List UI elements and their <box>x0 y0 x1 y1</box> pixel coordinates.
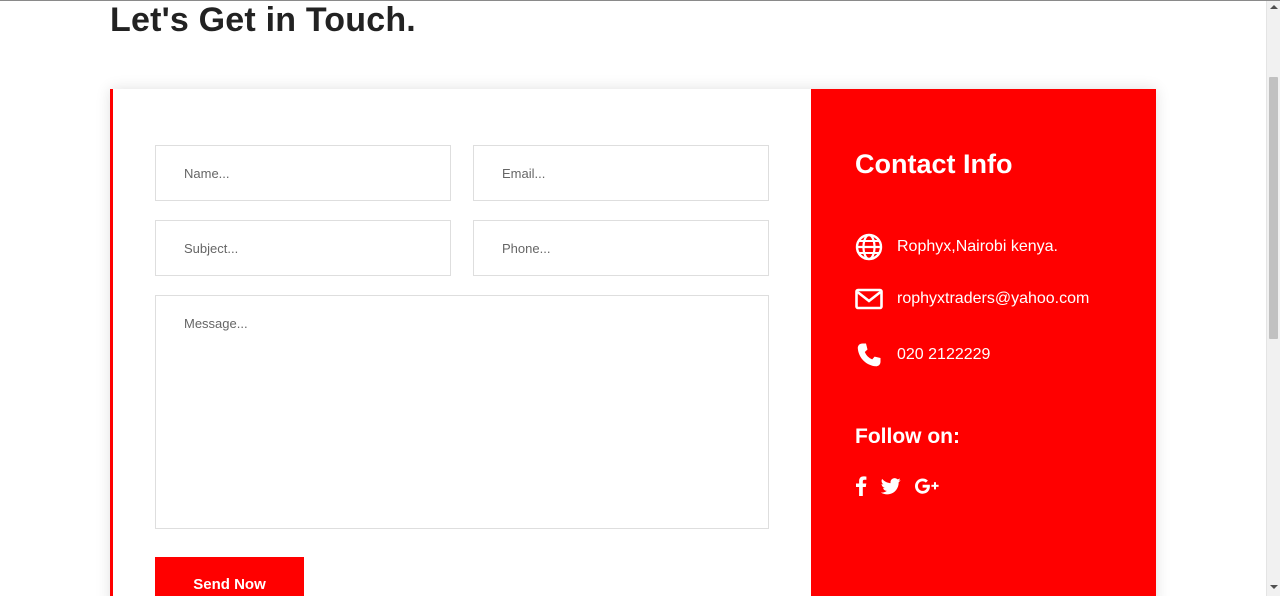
globe-icon <box>855 233 883 261</box>
scroll-up-arrow-icon[interactable] <box>1270 5 1278 9</box>
address-row: Rophyx,Nairobi kenya. <box>855 233 1058 261</box>
contact-info-panel: Contact Info Rophyx,Nairobi kenya. rophy… <box>811 89 1156 596</box>
subject-field[interactable] <box>155 220 451 276</box>
follow-title: Follow on: <box>855 425 960 448</box>
phone-icon <box>855 341 883 369</box>
contact-card: Send Now Contact Info Rophyx,Nairobi ken… <box>110 89 1156 596</box>
page: Let's Get in Touch. Send Now Contact Inf… <box>0 0 1280 596</box>
phone-row: 020 2122229 <box>855 341 990 369</box>
scroll-thumb[interactable] <box>1269 77 1278 339</box>
address-text: Rophyx,Nairobi kenya. <box>897 238 1058 255</box>
envelope-icon <box>855 285 883 313</box>
google-plus-icon[interactable] <box>915 478 939 499</box>
email-field[interactable] <box>473 145 769 201</box>
social-links <box>855 476 953 501</box>
email-text[interactable]: rophyxtraders@yahoo.com <box>897 289 1089 309</box>
page-scrollbar[interactable] <box>1266 1 1280 596</box>
scroll-down-arrow-icon[interactable] <box>1270 585 1278 589</box>
phone-text[interactable]: 020 2122229 <box>897 345 990 365</box>
page-title: Let's Get in Touch. <box>110 1 416 39</box>
email-row: rophyxtraders@yahoo.com <box>855 285 1089 313</box>
facebook-icon[interactable] <box>855 476 867 501</box>
contact-form: Send Now <box>110 89 811 596</box>
phone-field[interactable] <box>473 220 769 276</box>
send-button[interactable]: Send Now <box>155 557 304 596</box>
twitter-icon[interactable] <box>880 477 901 500</box>
contact-info-title: Contact Info <box>855 149 1013 179</box>
name-field[interactable] <box>155 145 451 201</box>
message-field[interactable] <box>155 295 769 529</box>
